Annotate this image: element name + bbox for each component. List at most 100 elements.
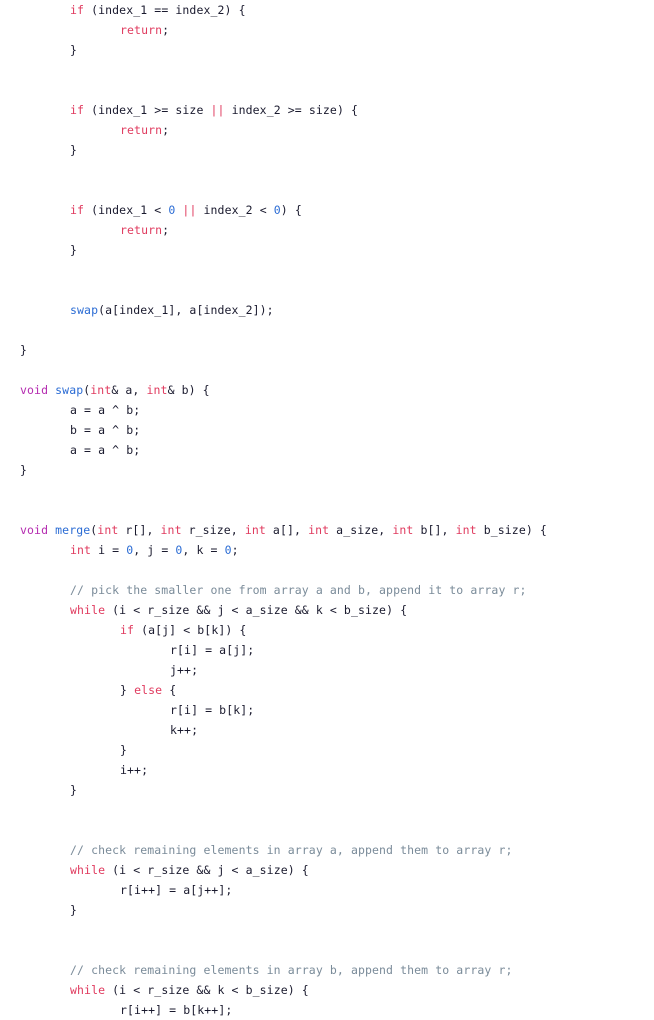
- code-line: if (index_1 == index_2) {: [20, 0, 654, 20]
- code-line: void swap(int& a, int& b) {: [20, 380, 654, 400]
- code-token-pl: i++;: [120, 763, 149, 777]
- code-line: r[i] = a[j];: [20, 640, 654, 660]
- code-token-kw: while: [70, 983, 106, 997]
- code-line: return;: [20, 20, 654, 40]
- code-token-pl: i =: [91, 543, 127, 557]
- code-token-type: int: [90, 383, 112, 397]
- code-token-num: 0: [273, 203, 281, 217]
- code-token-type: int: [146, 383, 168, 397]
- code-token-pl: r[i] = b[k];: [170, 703, 255, 717]
- code-token-type: int: [244, 523, 266, 537]
- code-line: return;: [20, 120, 654, 140]
- code-token-com: // check remaining elements in array b, …: [70, 963, 513, 977]
- code-token-pl: r[i++] = b[k++];: [120, 1003, 233, 1017]
- code-line: while (i < r_size && j < a_size) {: [20, 860, 654, 880]
- code-line: if (index_1 < 0 || index_2 < 0) {: [20, 200, 654, 220]
- code-token-pl: a = a ^ b;: [70, 403, 141, 417]
- code-token-pl: }: [20, 463, 28, 477]
- code-token-pl: ;: [162, 223, 170, 237]
- code-token-pl: }: [70, 783, 78, 797]
- code-token-type: int: [392, 523, 414, 537]
- code-token-pl: }: [70, 43, 78, 57]
- code-token-pl: }: [70, 243, 78, 257]
- code-token-kw: while: [70, 603, 106, 617]
- code-token-pl: (a[j] < b[k]) {: [134, 623, 247, 637]
- code-token-fn: merge: [55, 523, 91, 537]
- code-token-kw: ||: [210, 103, 225, 117]
- code-token-type: int: [455, 523, 477, 537]
- code-token-pl: j++;: [170, 663, 199, 677]
- code-token-pl: }: [20, 343, 28, 357]
- code-token-pl: }: [120, 743, 128, 757]
- code-line: k++;: [20, 720, 654, 740]
- code-token-pl: ;: [162, 123, 170, 137]
- code-token-pl: a = a ^ b;: [70, 443, 141, 457]
- code-token-com: // pick the smaller one from array a and…: [70, 583, 527, 597]
- code-token-kw: else: [134, 683, 163, 697]
- code-line: j++;: [20, 660, 654, 680]
- code-token-kw: if: [70, 3, 85, 17]
- code-line: if (index_1 >= size || index_2 >= size) …: [20, 100, 654, 120]
- code-line: r[i++] = b[k++];: [20, 1000, 654, 1020]
- code-line: }: [20, 780, 654, 800]
- code-token-pl: (i < r_size && j < a_size && k < b_size)…: [105, 603, 408, 617]
- code-token-com: // check remaining elements in array a, …: [70, 843, 513, 857]
- code-listing[interactable]: if (index_1 == index_2) {return;} if (in…: [0, 0, 654, 1020]
- code-token-void: void: [20, 383, 49, 397]
- code-token-kw: if: [70, 103, 85, 117]
- code-token-pl: ;: [162, 23, 170, 37]
- code-line: // check remaining elements in array b, …: [20, 960, 654, 980]
- code-token-pl: , k =: [182, 543, 225, 557]
- code-token-pl: (a[index_1], a[index_2]);: [98, 303, 274, 317]
- code-token-pl: a_size,: [329, 523, 393, 537]
- code-token-kw: return: [120, 223, 163, 237]
- code-token-pl: (i < r_size && k < b_size) {: [105, 983, 309, 997]
- code-token-pl: , j =: [133, 543, 176, 557]
- code-token-type: int: [160, 523, 182, 537]
- code-line: while (i < r_size && j < a_size && k < b…: [20, 600, 654, 620]
- code-token-void: void: [20, 523, 49, 537]
- code-token-pl: (index_1 >= size: [84, 103, 211, 117]
- code-token-pl: b_size) {: [476, 523, 547, 537]
- code-line: a = a ^ b;: [20, 400, 654, 420]
- code-line: }: [20, 900, 654, 920]
- code-line: }: [20, 140, 654, 160]
- code-token-pl: r_size,: [181, 523, 245, 537]
- code-token-pl: r[i] = a[j];: [170, 643, 255, 657]
- code-token-kw: if: [120, 623, 135, 637]
- code-token-pl: & b) {: [167, 383, 210, 397]
- code-line: if (a[j] < b[k]) {: [20, 620, 654, 640]
- code-token-num: 0: [224, 543, 232, 557]
- code-token-kw: while: [70, 863, 106, 877]
- code-token-pl: {: [162, 683, 177, 697]
- code-token-pl: r[],: [118, 523, 161, 537]
- code-token-fn: swap: [55, 383, 84, 397]
- code-token-pl: & a,: [111, 383, 147, 397]
- code-token-type: int: [97, 523, 119, 537]
- code-token-kw: ||: [182, 203, 197, 217]
- code-line: int i = 0, j = 0, k = 0;: [20, 540, 654, 560]
- code-line: } else {: [20, 680, 654, 700]
- code-line: }: [20, 40, 654, 60]
- code-line: // check remaining elements in array a, …: [20, 840, 654, 860]
- code-token-type: int: [70, 543, 92, 557]
- code-token-pl: ) {: [280, 203, 302, 217]
- code-token-pl: (i < r_size && j < a_size) {: [105, 863, 309, 877]
- code-token-type: int: [308, 523, 330, 537]
- code-line: }: [20, 240, 654, 260]
- code-token-pl: (index_1 <: [84, 203, 169, 217]
- code-line: void merge(int r[], int r_size, int a[],…: [20, 520, 654, 540]
- code-token-pl: (index_1 == index_2) {: [84, 3, 246, 17]
